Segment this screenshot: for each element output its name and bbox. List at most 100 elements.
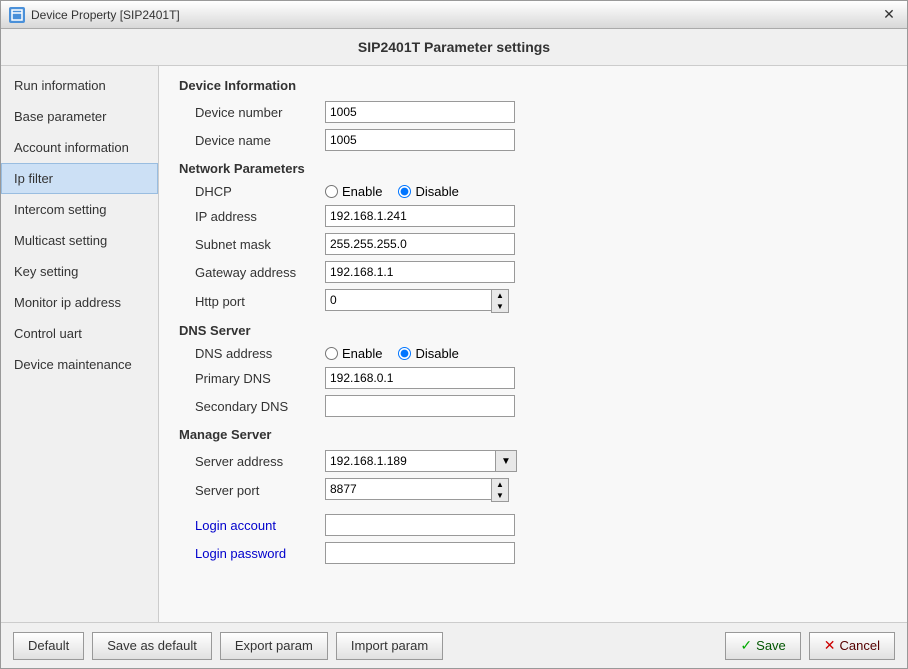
device-name-label: Device name [195, 133, 325, 148]
footer: Default Save as default Export param Imp… [1, 622, 907, 668]
dns-enable-radio[interactable] [325, 347, 338, 360]
import-param-label: Import param [351, 638, 428, 653]
http-port-input[interactable] [325, 289, 491, 311]
dhcp-disable-option[interactable]: Disable [398, 184, 458, 199]
device-name-input[interactable] [325, 129, 515, 151]
server-address-row: Server address ▼ [179, 450, 887, 472]
gateway-address-input[interactable] [325, 261, 515, 283]
sidebar-item-monitor-ip-address[interactable]: Monitor ip address [1, 287, 158, 318]
export-param-label: Export param [235, 638, 313, 653]
sidebar-item-ip-filter[interactable]: Ip filter [1, 163, 158, 194]
sidebar-item-multicast-setting[interactable]: Multicast setting [1, 225, 158, 256]
primary-dns-row: Primary DNS [179, 367, 887, 389]
http-port-row: Http port ▲ ▼ [179, 289, 887, 313]
device-information-title: Device Information [179, 78, 887, 93]
import-param-button[interactable]: Import param [336, 632, 443, 660]
sidebar-item-device-maintenance[interactable]: Device maintenance [1, 349, 158, 380]
subnet-mask-input[interactable] [325, 233, 515, 255]
ip-address-row: IP address [179, 205, 887, 227]
secondary-dns-row: Secondary DNS [179, 395, 887, 417]
default-button[interactable]: Default [13, 632, 84, 660]
save-button[interactable]: ✓ Save [725, 632, 800, 660]
network-parameters-title: Network Parameters [179, 161, 887, 176]
page-title: SIP2401T Parameter settings [358, 39, 550, 55]
dhcp-enable-option[interactable]: Enable [325, 184, 382, 199]
server-address-input[interactable] [325, 450, 495, 472]
dns-server-title: DNS Server [179, 323, 887, 338]
subnet-mask-row: Subnet mask [179, 233, 887, 255]
server-port-spinner: ▲ ▼ [325, 478, 509, 502]
server-port-up-button[interactable]: ▲ [492, 479, 508, 490]
subnet-mask-label: Subnet mask [195, 237, 325, 252]
gateway-address-label: Gateway address [195, 265, 325, 280]
server-port-spinner-buttons: ▲ ▼ [491, 478, 509, 502]
server-address-dropdown-button[interactable]: ▼ [495, 450, 517, 472]
device-number-row: Device number [179, 101, 887, 123]
dns-disable-radio[interactable] [398, 347, 411, 360]
server-address-dropdown: ▼ [325, 450, 517, 472]
dhcp-row: DHCP Enable Disable [179, 184, 887, 199]
dns-enable-option[interactable]: Enable [325, 346, 382, 361]
export-param-button[interactable]: Export param [220, 632, 328, 660]
server-port-label: Server port [195, 483, 325, 498]
save-check-icon: ✓ [740, 637, 752, 654]
default-label: Default [28, 638, 69, 653]
login-password-label: Login password [195, 546, 325, 561]
dhcp-radio-group: Enable Disable [325, 184, 459, 199]
cancel-label: Cancel [840, 638, 880, 653]
main-window: Device Property [SIP2401T] ✕ SIP2401T Pa… [0, 0, 908, 669]
secondary-dns-input[interactable] [325, 395, 515, 417]
dhcp-disable-label: Disable [415, 184, 458, 199]
sidebar: Run information Base parameter Account i… [1, 66, 159, 622]
http-port-spinner-buttons: ▲ ▼ [491, 289, 509, 313]
http-port-label: Http port [195, 294, 325, 309]
http-port-spinner: ▲ ▼ [325, 289, 509, 313]
window-title: Device Property [SIP2401T] [31, 8, 879, 22]
http-port-down-button[interactable]: ▼ [492, 301, 508, 312]
sidebar-item-control-uart[interactable]: Control uart [1, 318, 158, 349]
login-account-input[interactable] [325, 514, 515, 536]
login-password-row: Login password [179, 542, 887, 564]
dns-disable-label: Disable [415, 346, 458, 361]
page-header: SIP2401T Parameter settings [1, 29, 907, 66]
dhcp-disable-radio[interactable] [398, 185, 411, 198]
cancel-x-icon: ✕ [824, 637, 836, 654]
primary-dns-label: Primary DNS [195, 371, 325, 386]
server-port-input[interactable] [325, 478, 491, 500]
login-account-row: Login account [179, 514, 887, 536]
dns-enable-label: Enable [342, 346, 382, 361]
server-address-label: Server address [195, 454, 325, 469]
sidebar-item-base-parameter[interactable]: Base parameter [1, 101, 158, 132]
dhcp-enable-radio[interactable] [325, 185, 338, 198]
dns-disable-option[interactable]: Disable [398, 346, 458, 361]
server-port-row: Server port ▲ ▼ [179, 478, 887, 502]
dhcp-label: DHCP [195, 184, 325, 199]
primary-dns-input[interactable] [325, 367, 515, 389]
ip-address-label: IP address [195, 209, 325, 224]
content-area: Device Information Device number Device … [159, 66, 907, 622]
dns-radio-group: Enable Disable [325, 346, 459, 361]
sidebar-item-account-information[interactable]: Account information [1, 132, 158, 163]
title-bar: Device Property [SIP2401T] ✕ [1, 1, 907, 29]
save-as-default-button[interactable]: Save as default [92, 632, 212, 660]
sidebar-item-key-setting[interactable]: Key setting [1, 256, 158, 287]
dhcp-enable-label: Enable [342, 184, 382, 199]
server-port-down-button[interactable]: ▼ [492, 490, 508, 501]
ip-address-input[interactable] [325, 205, 515, 227]
save-label: Save [756, 638, 786, 653]
gateway-address-row: Gateway address [179, 261, 887, 283]
cancel-button[interactable]: ✕ Cancel [809, 632, 895, 660]
sidebar-item-intercom-setting[interactable]: Intercom setting [1, 194, 158, 225]
dns-address-label: DNS address [195, 346, 325, 361]
main-content: Run information Base parameter Account i… [1, 66, 907, 622]
secondary-dns-label: Secondary DNS [195, 399, 325, 414]
sidebar-item-run-information[interactable]: Run information [1, 70, 158, 101]
manage-server-title: Manage Server [179, 427, 887, 442]
device-name-row: Device name [179, 129, 887, 151]
http-port-up-button[interactable]: ▲ [492, 290, 508, 301]
app-icon [9, 7, 25, 23]
device-number-label: Device number [195, 105, 325, 120]
login-password-input[interactable] [325, 542, 515, 564]
close-button[interactable]: ✕ [879, 6, 899, 24]
device-number-input[interactable] [325, 101, 515, 123]
